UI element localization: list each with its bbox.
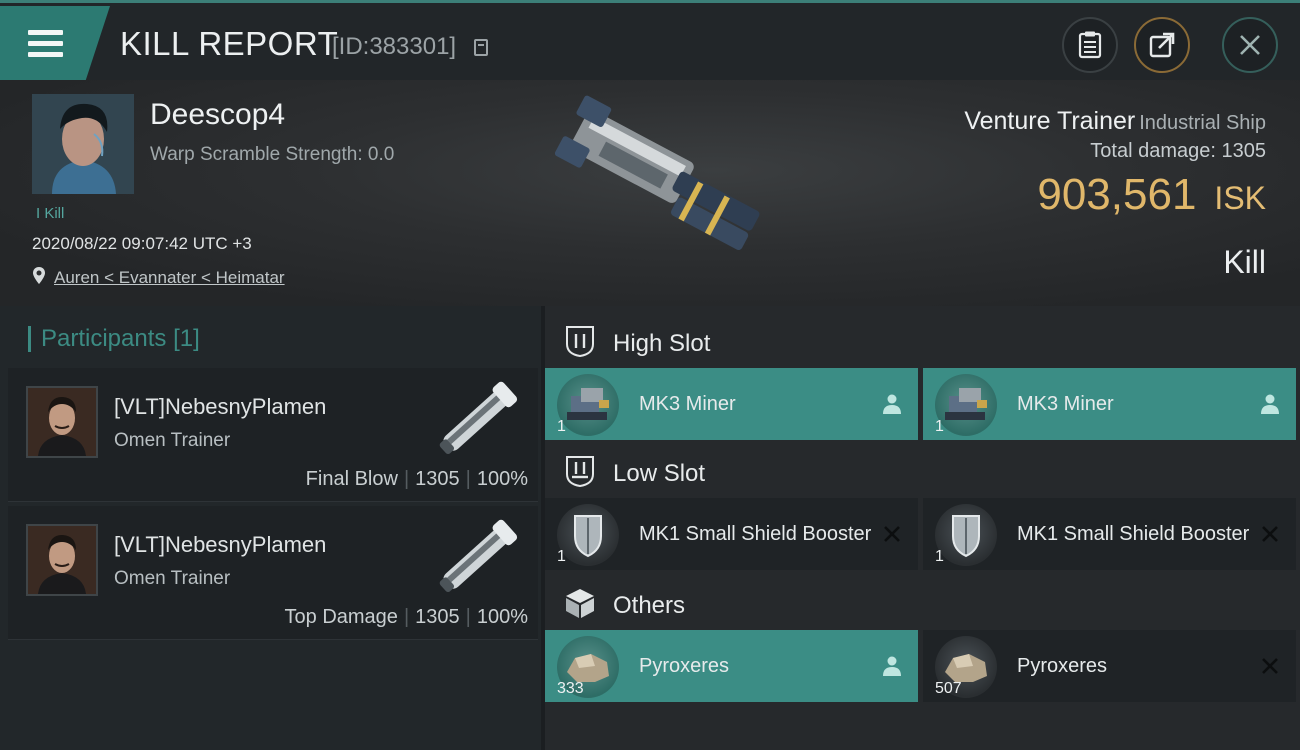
clipboard-button[interactable] xyxy=(1062,17,1118,73)
module-quantity: 1 xyxy=(557,418,566,435)
miner-icon xyxy=(557,374,619,436)
slot-header-others: Others xyxy=(545,572,1300,634)
warp-scramble-strength: Warp Scramble Strength: 0.0 xyxy=(150,144,395,165)
participants-label: Participants xyxy=(41,325,167,352)
miner-icon xyxy=(935,374,997,436)
module-quantity: 333 xyxy=(557,680,584,697)
kill-tag: I Kill xyxy=(36,205,65,222)
module-name: MK3 Miner xyxy=(1017,393,1114,415)
menu-icon xyxy=(28,30,63,35)
ship-render-image xyxy=(554,95,760,251)
slot-label: Others xyxy=(613,592,686,619)
isk-unit: ISK xyxy=(1214,180,1266,216)
slot-header-high: High Slot xyxy=(545,310,1300,372)
export-icon xyxy=(1149,32,1175,58)
participant-damage: 1305 xyxy=(415,468,460,490)
export-button[interactable] xyxy=(1134,17,1190,73)
participant-weapon-icon xyxy=(439,381,518,455)
header-bar: KILL REPORT [ID:383301] xyxy=(0,0,1300,80)
module-name: Pyroxeres xyxy=(639,655,730,677)
ship-class: Industrial Ship xyxy=(1139,112,1266,134)
module-name: MK3 Miner xyxy=(639,393,736,415)
isk-amount: 903,561 xyxy=(1037,170,1197,219)
slot-label: Low Slot xyxy=(613,460,706,487)
location-link[interactable]: Auren < Evannater < Heimatar xyxy=(54,268,285,288)
copy-icon[interactable] xyxy=(474,39,488,56)
module-item[interactable]: 1 MK3 Miner xyxy=(545,368,918,440)
participant-percent: 100% xyxy=(476,606,528,628)
participants-heading[interactable]: Participants [1] xyxy=(28,326,200,352)
module-name: Pyroxeres xyxy=(1017,655,1108,677)
low-slot-icon xyxy=(566,456,594,488)
participant-weapon-icon xyxy=(439,519,518,593)
participant-avatar xyxy=(26,386,98,458)
module-item[interactable]: 1 MK3 Miner xyxy=(923,368,1296,440)
dropped-icon xyxy=(883,394,901,414)
participant-ship: Omen Trainer xyxy=(114,430,231,451)
cargo-icon xyxy=(566,589,594,618)
participants-count: [1] xyxy=(173,325,200,352)
module-name: MK1 Small Shield Booster xyxy=(1017,523,1250,545)
close-icon xyxy=(1240,35,1260,55)
participant-name[interactable]: [VLT]NebesnyPlamen xyxy=(114,532,326,558)
shield-booster-icon xyxy=(557,504,619,566)
victim-portrait[interactable] xyxy=(32,94,134,194)
module-quantity: 1 xyxy=(557,548,566,565)
slot-header-low: Low Slot xyxy=(545,440,1300,502)
total-damage-label: Total damage: xyxy=(1090,140,1216,162)
slot-label: High Slot xyxy=(613,330,711,357)
participant-damage: 1305 xyxy=(415,606,460,628)
module-item[interactable]: 1 MK1 Small Shield Booster xyxy=(923,498,1296,570)
isk-value: 903,561 ISK xyxy=(1037,170,1266,220)
total-damage-value: 1305 xyxy=(1221,140,1267,162)
module-quantity: 1 xyxy=(935,548,944,565)
location-pin-icon xyxy=(33,267,45,284)
high-slot-icon xyxy=(566,326,594,358)
kill-summary-banner: Deescop4 Warp Scramble Strength: 0.0 I K… xyxy=(0,80,1300,306)
destroyed-icon xyxy=(1262,526,1278,542)
participant-tag: Final Blow xyxy=(305,468,398,490)
participant-tag: Top Damage xyxy=(284,606,398,628)
participant-row[interactable]: [VLT]NebesnyPlamen Omen Trainer Top Dama… xyxy=(8,506,538,640)
module-item[interactable]: 333 Pyroxeres xyxy=(545,630,918,702)
fitting-panel: High Slot 1 MK3 Miner 1 MK3 Miner Low Sl… xyxy=(545,306,1300,750)
participant-percent: 100% xyxy=(476,468,528,490)
destroyed-icon xyxy=(884,526,900,542)
module-quantity: 1 xyxy=(935,418,944,435)
report-id: [ID:383301] xyxy=(332,33,457,60)
ship-name-line: Venture Trainer Industrial Ship xyxy=(964,107,1266,136)
module-item[interactable]: 507 Pyroxeres xyxy=(923,630,1296,702)
kill-datetime: 2020/08/22 09:07:42 UTC +3 xyxy=(32,234,252,253)
module-item[interactable]: 1 MK1 Small Shield Booster xyxy=(545,498,918,570)
participant-stats: Top Damage | 1305 | 100% xyxy=(284,606,528,628)
participant-row[interactable]: [VLT]NebesnyPlamen Omen Trainer Final Bl… xyxy=(8,368,538,502)
menu-button[interactable] xyxy=(0,6,110,80)
participant-avatar xyxy=(26,524,98,596)
page-title: KILL REPORT xyxy=(120,25,339,62)
close-button[interactable] xyxy=(1222,17,1278,73)
participant-stats: Final Blow | 1305 | 100% xyxy=(305,468,528,490)
shield-booster-icon xyxy=(935,504,997,566)
destroyed-icon xyxy=(1262,658,1278,674)
clipboard-icon xyxy=(1078,31,1102,59)
participant-ship: Omen Trainer xyxy=(114,568,231,589)
result-label: Kill xyxy=(1223,244,1266,280)
total-damage: Total damage: 1305 xyxy=(1090,140,1266,163)
participants-panel: Participants [1] [VLT]NebesnyPlamen Omen… xyxy=(0,306,541,750)
dropped-icon xyxy=(1261,394,1279,414)
dropped-icon xyxy=(883,656,901,676)
module-quantity: 507 xyxy=(935,680,962,697)
ship-name[interactable]: Venture Trainer xyxy=(964,107,1135,135)
participant-name[interactable]: [VLT]NebesnyPlamen xyxy=(114,394,326,420)
module-name: MK1 Small Shield Booster xyxy=(639,523,872,545)
victim-name[interactable]: Deescop4 xyxy=(150,98,285,132)
